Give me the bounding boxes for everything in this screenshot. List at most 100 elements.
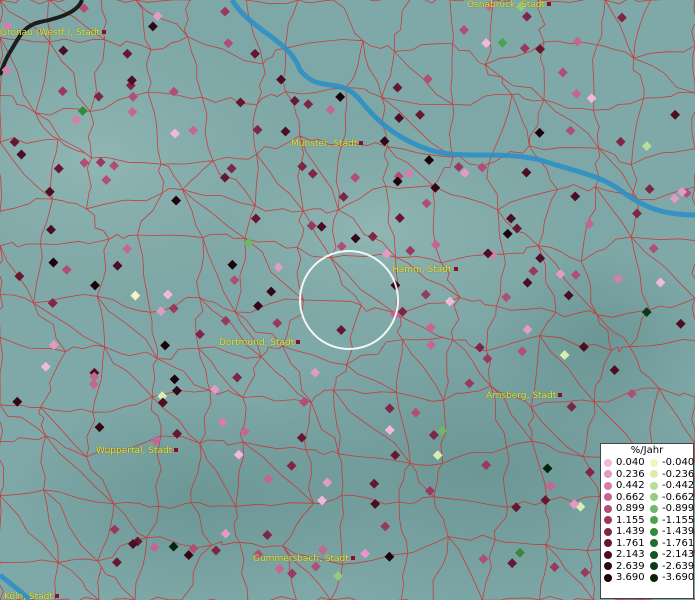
legend-label: 0.899 (616, 503, 645, 514)
city-label: Dortmund, Stadt (219, 338, 295, 348)
legend-swatch-icon (604, 573, 612, 582)
city-point-icon (54, 594, 59, 598)
city-point-icon (296, 340, 301, 344)
legend-label: 0.442 (616, 480, 645, 491)
legend-row: 3.690 -3.690 (601, 572, 695, 584)
city-point-icon (350, 556, 355, 560)
legend-item-positive: 2.143 (601, 549, 647, 561)
city-label-arnsberg[interactable]: Arnsberg, Stadt (486, 391, 564, 401)
legend-row: 0.662 -0.662 (601, 491, 695, 504)
city-label-osnabrueck[interactable]: Osnabrück, Stadt (467, 0, 553, 10)
legend-item-positive: 1.155 (601, 515, 647, 527)
legend-swatch-icon (604, 562, 612, 571)
city-label: Wuppertal, Stadt (96, 446, 173, 456)
legend-row: 0.442 -0.442 (601, 480, 695, 492)
legend-row: 1.155 -1.155 (601, 514, 695, 527)
city-label: Arnsberg, Stadt (486, 391, 557, 401)
city-label-dortmund[interactable]: Dortmund, Stadt (219, 338, 302, 348)
legend-label: 3.690 (616, 572, 645, 583)
legend-label: -0.899 (662, 503, 695, 514)
city-label-gronau[interactable]: Gronau (Westf.), Stadt (0, 28, 108, 38)
legend-item-positive: 0.040 (601, 457, 647, 469)
legend-row: 0.236 -0.236 (601, 468, 695, 481)
legend-item-negative: -0.899 (647, 503, 695, 515)
legend-label: -3.690 (662, 572, 695, 583)
legend-label: 0.662 (616, 491, 645, 503)
city-label-wuppertal[interactable]: Wuppertal, Stadt (96, 446, 180, 456)
legend-label: -2.143 (662, 549, 695, 560)
legend-swatch-icon (650, 504, 658, 513)
legend-swatch-icon (604, 516, 612, 525)
legend-row: 0.040 -0.040 (601, 457, 695, 469)
legend-item-positive: 1.761 (601, 538, 647, 550)
legend-item-negative: -1.439 (647, 526, 694, 538)
legend-swatch-icon (604, 504, 612, 513)
legend-swatch-icon (604, 493, 612, 502)
city-label-koeln[interactable]: Köln, Stadt (4, 592, 61, 600)
legend-item-positive: 0.662 (601, 492, 647, 504)
legend-item-positive: 2.639 (601, 561, 647, 573)
city-label: Köln, Stadt (4, 592, 53, 600)
legend-label: 0.236 (616, 468, 645, 480)
legend-row: 2.639 -2.639 (601, 560, 695, 573)
legend-swatch-icon (604, 470, 612, 479)
city-label-hamm[interactable]: Hamm, Stadt (392, 265, 460, 275)
legend-item-positive: 0.236 (601, 469, 647, 481)
legend-rows: 0.040 -0.040 0.236 -0.236 0.442 -0.442 0.662 -0… (601, 457, 695, 584)
legend-swatch-icon (650, 458, 658, 467)
legend-label: -0.662 (662, 491, 695, 503)
city-label: Gronau (Westf.), Stadt (0, 28, 101, 38)
city-point-icon (174, 448, 179, 452)
legend-label: 1.761 (616, 537, 645, 549)
legend-label: -1.761 (662, 537, 695, 549)
city-label: Hamm, Stadt (392, 265, 452, 275)
legend-swatch-icon (650, 550, 658, 559)
legend-swatch-icon (650, 493, 658, 502)
legend-label: -0.442 (662, 480, 695, 491)
city-point-icon (558, 393, 563, 397)
legend-swatch-icon (604, 539, 612, 548)
city-point-icon (359, 141, 364, 145)
legend-label: -0.236 (662, 468, 695, 480)
legend-item-negative: -2.143 (647, 549, 695, 561)
legend-swatch-icon (650, 562, 658, 571)
legend-item-positive: 1.439 (601, 526, 647, 538)
legend-item-negative: -1.761 (647, 537, 695, 550)
legend-item-negative: -0.662 (647, 491, 695, 504)
legend-label: -0.040 (662, 457, 695, 468)
city-point-icon (453, 267, 458, 271)
legend-label: -2.639 (662, 560, 695, 572)
legend-item-negative: -2.639 (647, 560, 695, 573)
city-label-gummersbach[interactable]: Gummersbach, Stadt (253, 554, 357, 564)
city-point-icon (102, 30, 107, 34)
legend-swatch-icon (604, 458, 612, 467)
legend-row: 0.899 -0.899 (601, 503, 695, 515)
map-legend: %/Jahr 0.040 -0.040 0.236 -0.236 0.442 -0.442… (600, 443, 694, 599)
legend-label: 1.155 (616, 514, 645, 526)
legend-swatch-icon (604, 550, 612, 559)
map-canvas[interactable]: Osnabrück, Stadt Gronau (Westf.), Stadt … (0, 0, 695, 600)
city-label: Osnabrück, Stadt (467, 0, 545, 10)
legend-swatch-icon (604, 527, 612, 536)
legend-swatch-icon (650, 573, 658, 582)
legend-swatch-icon (650, 516, 658, 525)
legend-label: 2.143 (616, 549, 645, 560)
legend-item-negative: -0.442 (647, 480, 695, 492)
legend-label: 2.639 (616, 560, 645, 572)
legend-item-positive: 0.442 (601, 480, 647, 492)
legend-swatch-icon (650, 527, 658, 536)
legend-swatch-icon (604, 481, 612, 490)
legend-row: 1.439 -1.439 (601, 526, 694, 538)
legend-row: 1.761 -1.761 (601, 537, 695, 550)
city-label-muenster[interactable]: Münster, Stadt (291, 139, 365, 149)
legend-item-negative: -3.690 (647, 572, 695, 584)
map-layer (0, 0, 695, 600)
legend-row: 2.143 -2.143 (601, 549, 695, 561)
city-label: Gummersbach, Stadt (253, 554, 349, 564)
legend-item-negative: -0.236 (647, 468, 695, 481)
city-point-icon (547, 2, 551, 6)
legend-item-negative: -1.155 (647, 514, 695, 527)
legend-item-positive: 0.899 (601, 503, 647, 515)
legend-label: 1.439 (616, 526, 645, 537)
legend-label: -1.155 (662, 514, 695, 526)
